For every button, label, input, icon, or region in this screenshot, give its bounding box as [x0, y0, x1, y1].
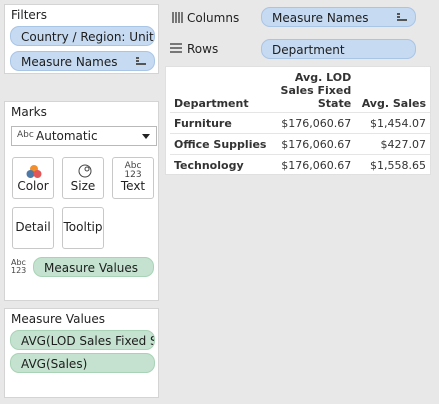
- cell-value[interactable]: $176,060.67: [275, 133, 356, 155]
- color-icon: [26, 165, 42, 178]
- measure-values-icon-bottom: 123: [11, 266, 27, 275]
- size-button[interactable]: Size: [62, 157, 104, 199]
- table-header-row: Department Avg. LOD Sales Fixed State Av…: [170, 71, 430, 113]
- measure-values-title: Measure Values: [11, 312, 106, 326]
- header-line: State: [317, 97, 352, 110]
- measure-pill-avg-sales[interactable]: AVG(Sales): [10, 353, 155, 373]
- filter-pill-measure-names[interactable]: Measure Names: [10, 51, 155, 71]
- crosstab-table: Department Avg. LOD Sales Fixed State Av…: [170, 71, 430, 175]
- measure-values-panel: Measure Values AVG(LOD Sales Fixed S.. A…: [4, 308, 159, 398]
- row-header[interactable]: Furniture: [170, 112, 276, 134]
- marks-pill-measure-values[interactable]: Measure Values: [33, 257, 154, 277]
- rows-shelf-icon: [170, 43, 182, 54]
- detail-button[interactable]: Detail: [12, 207, 54, 249]
- chevron-down-icon: [142, 134, 150, 139]
- text-button[interactable]: Abc 123 Text: [112, 157, 154, 199]
- cell-value[interactable]: $1,558.65: [355, 154, 430, 175]
- tooltip-button[interactable]: Tooltip: [62, 207, 104, 249]
- filters-title: Filters: [11, 8, 47, 22]
- text-icon: Abc 123: [113, 162, 153, 180]
- table-row: Technology $176,060.67 $1,558.65: [170, 154, 430, 175]
- sort-icon: [136, 57, 146, 66]
- rows-shelf-label: Rows: [187, 42, 219, 56]
- columns-shelf-icon: [172, 12, 184, 23]
- color-button[interactable]: Color: [12, 157, 54, 199]
- header-avg-lod-sales[interactable]: Avg. LOD Sales Fixed State: [275, 71, 355, 113]
- filter-pill-measure-names-label: Measure Names: [21, 55, 118, 69]
- measure-pill-lod-sales[interactable]: AVG(LOD Sales Fixed S..: [10, 330, 155, 350]
- header-line: Sales Fixed: [280, 84, 352, 97]
- row-header[interactable]: Technology: [170, 154, 276, 175]
- marks-panel: Marks Abc Automatic Color Size Abc 123 T…: [4, 101, 159, 301]
- mark-type-abc-icon: Abc: [17, 130, 34, 140]
- columns-pill-label: Measure Names: [272, 11, 369, 25]
- mark-type-dropdown[interactable]: Abc Automatic: [11, 126, 157, 146]
- header-line: Avg. LOD: [294, 71, 352, 84]
- table-row: Office Supplies $176,060.67 $427.07: [170, 133, 430, 155]
- cell-value[interactable]: $176,060.67: [275, 154, 356, 175]
- tooltip-button-label: Tooltip: [63, 220, 103, 234]
- filters-panel: Filters Country / Region: Unit.. Measure…: [4, 4, 159, 74]
- crosstab-view: Department Avg. LOD Sales Fixed State Av…: [165, 66, 431, 175]
- sort-icon: [397, 13, 407, 22]
- size-icon: [78, 164, 92, 178]
- text-button-label: Text: [120, 179, 146, 193]
- cell-value[interactable]: $1,454.07: [355, 112, 430, 134]
- cell-value[interactable]: $427.07: [355, 133, 430, 155]
- measure-values-text-icon: Abc 123: [11, 259, 26, 275]
- size-button-label: Size: [70, 179, 96, 193]
- columns-shelf-label: Columns: [187, 11, 240, 25]
- row-header[interactable]: Office Supplies: [170, 133, 276, 155]
- cell-value[interactable]: $176,060.67: [275, 112, 356, 134]
- detail-button-label: Detail: [15, 220, 51, 234]
- marks-title: Marks: [11, 105, 47, 119]
- header-avg-sales[interactable]: Avg. Sales: [355, 71, 430, 113]
- header-department[interactable]: Department: [170, 71, 275, 113]
- mark-type-value: Automatic: [36, 129, 98, 143]
- columns-pill-measure-names[interactable]: Measure Names: [261, 7, 416, 27]
- filter-pill-country-region[interactable]: Country / Region: Unit..: [10, 26, 155, 46]
- rows-pill-department[interactable]: Department: [261, 39, 416, 59]
- color-button-label: Color: [17, 179, 49, 193]
- table-row: Furniture $176,060.67 $1,454.07: [170, 112, 430, 134]
